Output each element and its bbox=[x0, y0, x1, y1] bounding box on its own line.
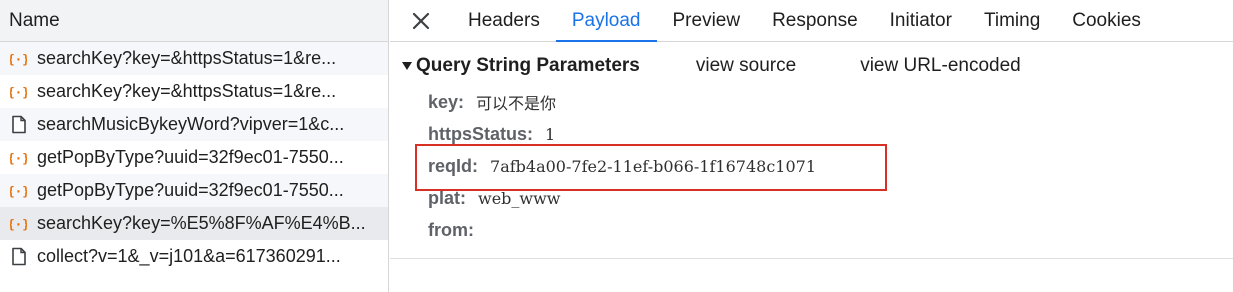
request-row[interactable]: {·} searchKey?key=%E5%8F%AF%E4%B... bbox=[0, 207, 388, 240]
param-key: httpsStatus: bbox=[428, 123, 533, 144]
tab-timing[interactable]: Timing bbox=[968, 0, 1056, 41]
tab-initiator[interactable]: Initiator bbox=[874, 0, 968, 41]
request-row[interactable]: {·} searchKey?key=&httpsStatus=1&re... bbox=[0, 75, 388, 108]
param-row-reqid: reqId: 7afb4a00-7fe2-11ef-b066-1f16748c1… bbox=[428, 150, 1233, 182]
request-name: getPopByType?uuid=32f9ec01-7550... bbox=[37, 147, 344, 167]
param-row-httpsstatus: httpsStatus: 1 bbox=[428, 118, 1233, 150]
tab-cookies-label: Cookies bbox=[1072, 9, 1141, 31]
tab-timing-label: Timing bbox=[983, 9, 1041, 31]
name-column-label: Name bbox=[9, 9, 60, 31]
request-list: {·}searchKey?key=&httpsStatus=1&re...{·}… bbox=[0, 42, 388, 273]
tab-initiator-label: Initiator bbox=[889, 9, 952, 31]
tab-preview-label: Preview bbox=[672, 9, 741, 31]
xhr-icon: {·} bbox=[10, 148, 27, 167]
close-details-button[interactable] bbox=[390, 0, 452, 41]
request-name: searchKey?key=&httpsStatus=1&re... bbox=[37, 81, 337, 101]
details-tab-bar: Headers Payload Preview Response Initiat… bbox=[390, 0, 1233, 42]
request-row[interactable]: {·} searchKey?key=&httpsStatus=1&re... bbox=[0, 42, 388, 75]
document-icon bbox=[10, 115, 27, 134]
tab-preview[interactable]: Preview bbox=[657, 0, 757, 41]
document-icon bbox=[10, 247, 27, 266]
request-name: searchMusicBykeyWord?vipver=1&c... bbox=[37, 114, 345, 134]
request-name: getPopByType?uuid=32f9ec01-7550... bbox=[37, 180, 344, 200]
request-row[interactable]: searchMusicBykeyWord?vipver=1&c... bbox=[0, 108, 388, 141]
divider bbox=[390, 258, 1233, 259]
section-title: Query String Parameters bbox=[416, 55, 640, 76]
tab-payload-label: Payload bbox=[571, 9, 641, 31]
request-row[interactable]: collect?v=1&_v=j101&a=617360291... bbox=[0, 240, 388, 273]
param-key: key: bbox=[428, 91, 465, 112]
param-row-key: key: 可以不是你 bbox=[428, 86, 1233, 118]
param-key: from: bbox=[428, 219, 474, 240]
tab-response-label: Response bbox=[772, 9, 858, 31]
query-params-list: key: 可以不是你 httpsStatus: 1 reqId: 7afb4a0… bbox=[390, 80, 1233, 246]
param-key: plat: bbox=[428, 187, 466, 208]
svg-text:{·}: {·} bbox=[10, 217, 27, 231]
request-name: searchKey?key=&httpsStatus=1&re... bbox=[37, 48, 337, 68]
request-name: collect?v=1&_v=j101&a=617360291... bbox=[37, 246, 341, 266]
tab-headers[interactable]: Headers bbox=[452, 0, 556, 41]
svg-text:{·}: {·} bbox=[10, 52, 27, 66]
tab-payload[interactable]: Payload bbox=[555, 0, 657, 42]
tab-response[interactable]: Response bbox=[756, 0, 874, 41]
details-panel: Headers Payload Preview Response Initiat… bbox=[390, 0, 1233, 292]
param-row-plat: plat: web_www bbox=[428, 182, 1233, 214]
svg-text:{·}: {·} bbox=[10, 151, 27, 165]
view-source-link[interactable]: view source bbox=[696, 55, 796, 77]
tab-headers-label: Headers bbox=[468, 9, 540, 31]
xhr-icon: {·} bbox=[10, 214, 27, 233]
request-row[interactable]: {·} getPopByType?uuid=32f9ec01-7550... bbox=[0, 174, 388, 207]
close-icon bbox=[412, 12, 430, 29]
tab-cookies[interactable]: Cookies bbox=[1056, 0, 1157, 41]
query-string-section-header[interactable]: Query String Parameters view source view… bbox=[390, 52, 1233, 80]
request-name: searchKey?key=%E5%8F%AF%E4%B... bbox=[37, 213, 366, 233]
request-row[interactable]: {·} getPopByType?uuid=32f9ec01-7550... bbox=[0, 141, 388, 174]
param-value[interactable]: 可以不是你 bbox=[476, 90, 556, 114]
xhr-icon: {·} bbox=[10, 181, 27, 200]
param-row-from: from: bbox=[428, 214, 1233, 246]
xhr-icon: {·} bbox=[10, 82, 27, 101]
param-value[interactable]: 7afb4a00-7fe2-11ef-b066-1f16748c1071 bbox=[490, 157, 816, 176]
expand-triangle-icon[interactable] bbox=[402, 62, 412, 70]
svg-text:{·}: {·} bbox=[10, 85, 27, 99]
param-value[interactable]: web_www bbox=[478, 189, 561, 208]
request-list-panel: Name {·} searchKey?key=&httpsStatus=1&re.… bbox=[0, 0, 389, 292]
name-column-header[interactable]: Name bbox=[0, 0, 388, 42]
view-url-encoded-link[interactable]: view URL-encoded bbox=[860, 55, 1021, 77]
xhr-icon: {·} bbox=[10, 49, 27, 68]
payload-pane: Query String Parameters view source view… bbox=[390, 42, 1233, 246]
param-value[interactable]: 1 bbox=[545, 125, 555, 144]
svg-text:{·}: {·} bbox=[10, 184, 27, 198]
param-key: reqId: bbox=[428, 155, 479, 176]
